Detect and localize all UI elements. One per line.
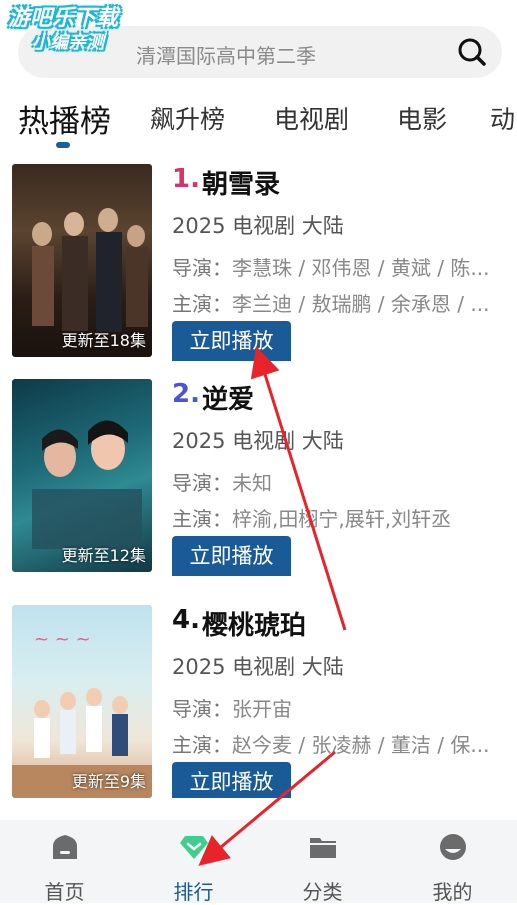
profile-icon xyxy=(439,834,466,860)
item-meta: 2025 电视剧 大陆 xyxy=(172,429,344,453)
tab-hot[interactable]: 热播榜 xyxy=(18,96,111,141)
cast-line: 主演：李兰迪 / 敖瑞鹏 / 余承恩 / ... xyxy=(172,288,507,317)
tab-active-indicator xyxy=(56,142,70,148)
cast-value: 李兰迪 / 敖瑞鹏 / 余承恩 / ... xyxy=(232,292,490,316)
director-value: 张开宙 xyxy=(232,697,292,721)
director-value: 未知 xyxy=(232,471,272,495)
poster-image[interactable]: ~ ~ ~ 更新至9集 xyxy=(12,605,152,798)
director-label: 导演： xyxy=(172,697,232,721)
item-title[interactable]: 朝雪录 xyxy=(202,164,280,201)
ranking-icon xyxy=(179,836,208,859)
episode-badge: 更新至12集 xyxy=(61,546,146,565)
tab-tv[interactable]: 电视剧 xyxy=(274,100,349,136)
cast-value: 赵今麦 / 张凌赫 / 董洁 / 保... xyxy=(232,733,490,757)
nav-ranking-label: 排行 xyxy=(173,880,214,904)
nav-category[interactable]: 分类 xyxy=(258,820,387,904)
watermark-logo: 游吧乐下载 小编亲测 xyxy=(8,8,118,52)
bottom-navigation: 首页 排行 分类 我的 xyxy=(0,820,517,904)
tab-rising[interactable]: 飙升榜 xyxy=(150,100,225,136)
cast-value: 梓渝,田栩宁,展轩,刘轩丞 xyxy=(232,507,452,531)
nav-ranking[interactable]: 排行 xyxy=(129,820,258,904)
cast-label: 主演： xyxy=(172,733,232,757)
nav-profile-label: 我的 xyxy=(432,880,473,904)
director-label: 导演： xyxy=(172,256,232,280)
nav-category-label: 分类 xyxy=(302,880,343,904)
item-meta: 2025 电视剧 大陆 xyxy=(172,655,344,679)
rank-number: 4. xyxy=(172,605,200,635)
director-value: 李慧珠 / 邓伟恩 / 黄斌 / 陈... xyxy=(232,256,490,280)
home-icon xyxy=(52,835,77,859)
svg-text:~ ~ ~: ~ ~ ~ xyxy=(34,629,91,650)
cast-line: 主演：赵今麦 / 张凌赫 / 董洁 / 保... xyxy=(172,729,507,758)
play-now-button[interactable]: 立即播放 xyxy=(172,321,291,361)
director-label: 导演： xyxy=(172,471,232,495)
poster-image[interactable]: 更新至12集 xyxy=(12,379,152,572)
item-title[interactable]: 逆爱 xyxy=(202,379,254,416)
nav-home-label: 首页 xyxy=(44,880,85,904)
tab-movie[interactable]: 电影 xyxy=(397,100,447,136)
poster-image[interactable]: 更新至18集 xyxy=(12,164,152,357)
cast-label: 主演： xyxy=(172,292,232,316)
cast-line: 主演：梓渝,田栩宁,展轩,刘轩丞 xyxy=(172,503,507,532)
search-icon[interactable] xyxy=(456,36,488,68)
folder-icon xyxy=(309,838,336,858)
search-input[interactable]: 清潭国际高中第二季 xyxy=(136,40,316,69)
play-now-button[interactable]: 立即播放 xyxy=(172,536,291,576)
director-line: 导演：未知 xyxy=(172,467,507,496)
item-meta: 2025 电视剧 大陆 xyxy=(172,214,344,238)
nav-home[interactable]: 首页 xyxy=(0,820,129,904)
list-item[interactable]: 更新至18集 1. 朝雪录 2025 电视剧 大陆 导演：李慧珠 / 邓伟恩 /… xyxy=(0,164,517,364)
nav-profile[interactable]: 我的 xyxy=(388,820,517,904)
item-title[interactable]: 樱桃琥珀 xyxy=(202,605,306,642)
rank-number: 2. xyxy=(172,379,200,409)
episode-badge: 更新至18集 xyxy=(61,331,146,350)
category-tabs: 热播榜 飙升榜 电视剧 电影 动 xyxy=(0,94,517,154)
director-line: 导演：李慧珠 / 邓伟恩 / 黄斌 / 陈... xyxy=(172,252,507,281)
play-now-button[interactable]: 立即播放 xyxy=(172,762,291,798)
cast-label: 主演： xyxy=(172,507,232,531)
director-line: 导演：张开宙 xyxy=(172,693,507,722)
list-item[interactable]: 更新至12集 2. 逆爱 2025 电视剧 大陆 导演：未知 主演：梓渝,田栩宁… xyxy=(0,379,517,579)
rank-number: 1. xyxy=(172,164,200,194)
watermark-line1: 游吧乐下载 xyxy=(8,6,119,31)
episode-badge: 更新至9集 xyxy=(71,772,146,791)
list-item[interactable]: ~ ~ ~ 更新至9集 4. 樱桃琥珀 2025 电视剧 大陆 导演：张开宙 主… xyxy=(0,605,517,805)
watermark-line2: 小编亲测 xyxy=(32,32,104,53)
tab-anime[interactable]: 动 xyxy=(490,100,515,136)
